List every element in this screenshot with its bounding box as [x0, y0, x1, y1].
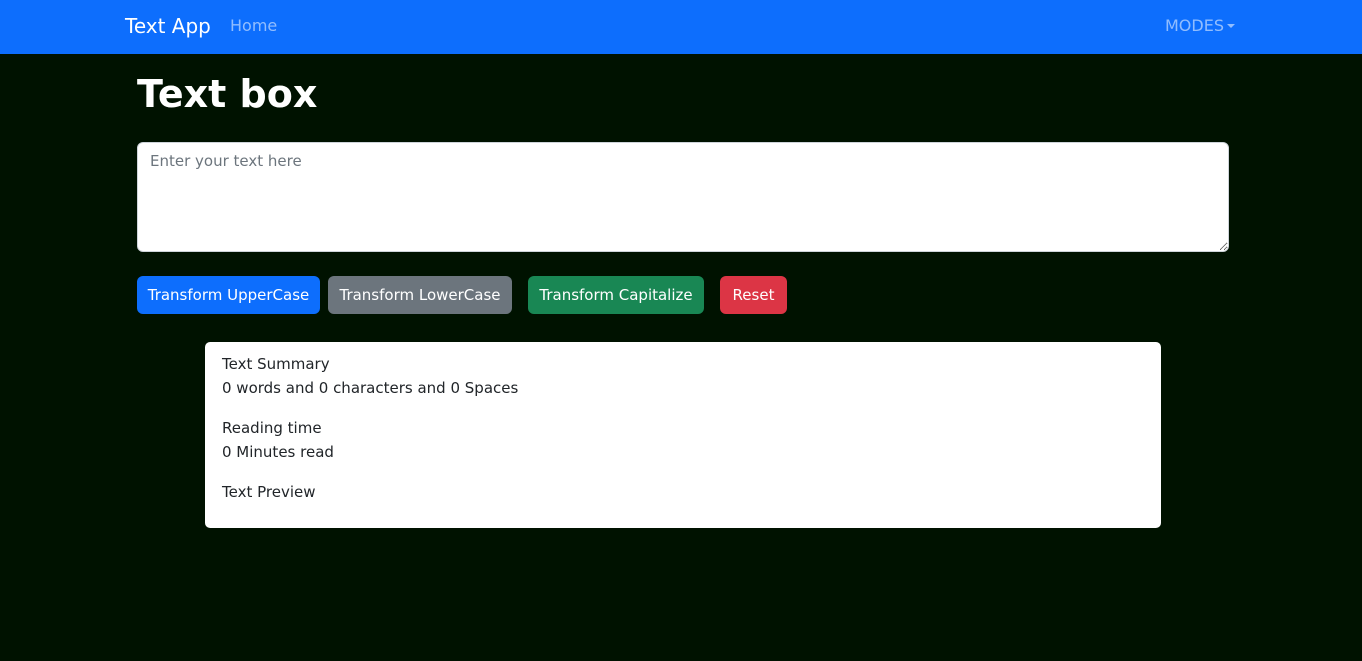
brand-link[interactable]: Text App: [125, 13, 211, 39]
reading-time-heading: Reading time: [222, 419, 322, 437]
modes-label: MODES: [1165, 16, 1224, 35]
modes-dropdown[interactable]: MODES: [1165, 16, 1235, 36]
transform-uppercase-button[interactable]: Transform UpperCase: [137, 276, 320, 314]
summary-card: Text Summary 0 words and 0 characters an…: [205, 342, 1161, 528]
summary-heading: Text Summary: [222, 355, 330, 373]
text-input[interactable]: [137, 142, 1229, 252]
preview-heading: Text Preview: [222, 483, 316, 501]
reset-button[interactable]: Reset: [720, 276, 787, 314]
transform-lowercase-button[interactable]: Transform LowerCase: [328, 276, 512, 314]
transform-capitalize-button[interactable]: Transform Capitalize: [528, 276, 704, 314]
nav-home-link[interactable]: Home: [230, 16, 277, 36]
navbar: Text App Home MODES: [0, 0, 1362, 54]
page-title: Text box: [137, 72, 318, 116]
reading-time-value: 0 Minutes read: [222, 443, 334, 461]
caret-down-icon: [1226, 24, 1235, 28]
summary-counts: 0 words and 0 characters and 0 Spaces: [222, 379, 519, 397]
